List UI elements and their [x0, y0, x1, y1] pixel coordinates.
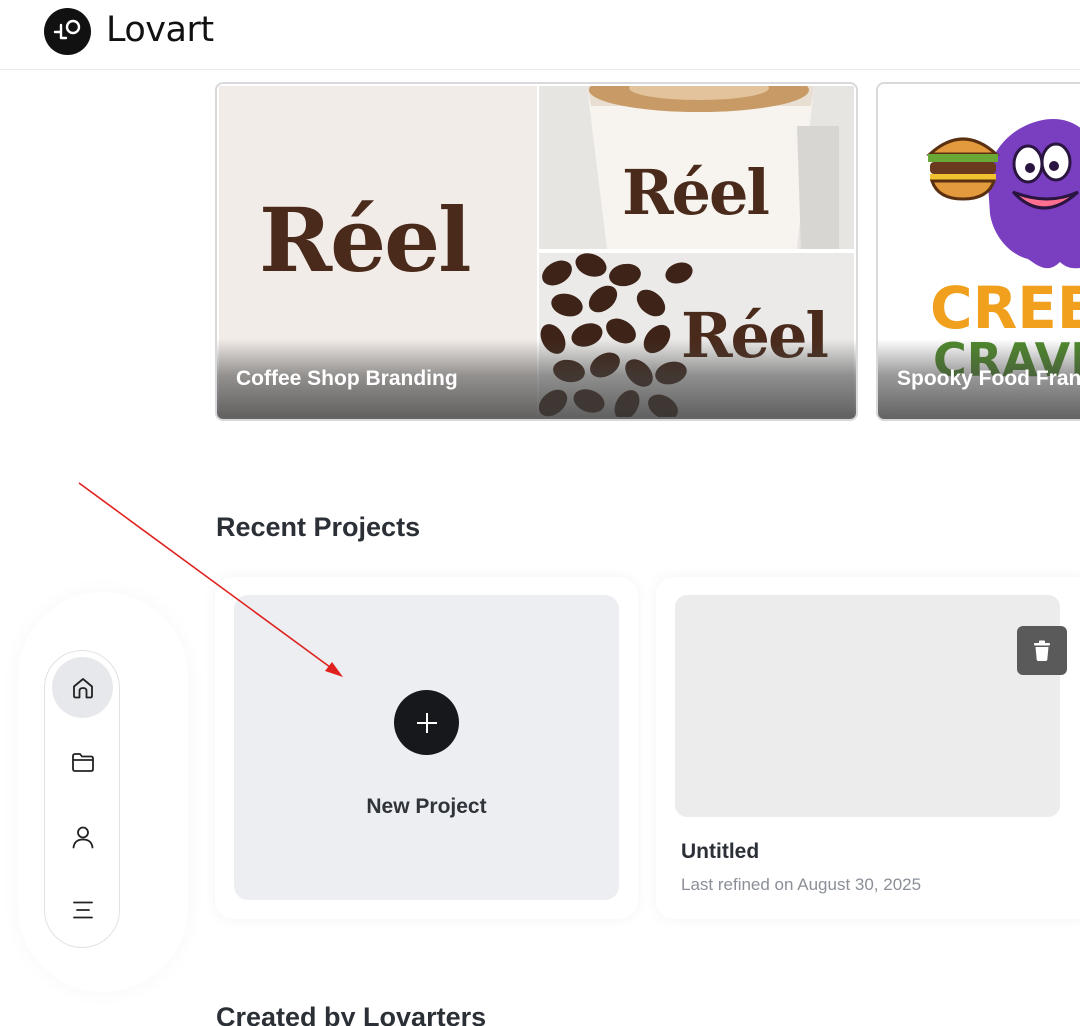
cup-logo-text: Réel — [622, 156, 770, 229]
delete-project-button[interactable] — [1017, 626, 1067, 675]
creepy-cravings-logo-line1: CREEP — [930, 274, 1080, 342]
project-card-untitled[interactable]: Untitled Last refined on August 30, 2025 — [656, 577, 1080, 919]
coffee-cup-image: Réel — [539, 86, 854, 249]
section-title-recent-projects: Recent Projects — [216, 512, 421, 542]
project-name[interactable]: Untitled — [681, 840, 759, 864]
plus-icon[interactable] — [394, 690, 459, 755]
nav-projects[interactable] — [52, 731, 113, 792]
app-name[interactable]: Lovart — [106, 10, 214, 50]
new-project-label: New Project — [366, 795, 487, 818]
featured-card-spooky-food-franchise[interactable]: CREEP CRAVIN Spooky Food Fran — [876, 82, 1080, 421]
home-icon — [72, 677, 93, 698]
user-icon — [72, 826, 93, 848]
project-thumbnail[interactable] — [675, 595, 1067, 817]
nav-profile[interactable] — [52, 806, 113, 867]
brand-logo-text: Réel — [259, 188, 472, 292]
new-project-card[interactable]: New Project — [215, 577, 638, 919]
featured-card-coffee-shop-branding[interactable]: Réel Réel Réel Coffee Shop Branding — [215, 82, 858, 421]
menu-icon — [72, 901, 93, 918]
lovart-logo-icon[interactable] — [44, 8, 91, 55]
new-project-area[interactable]: New Project — [234, 595, 619, 900]
nav-menu[interactable] — [52, 879, 113, 940]
trash-icon — [1034, 640, 1050, 661]
nav-home[interactable] — [52, 657, 113, 718]
side-nav — [44, 650, 120, 948]
folder-icon — [71, 752, 94, 772]
featured-card-title: Coffee Shop Branding — [236, 367, 458, 390]
top-header: Lovart — [0, 0, 1080, 70]
featured-card-title: Spooky Food Fran — [897, 367, 1080, 390]
project-last-refined: Last refined on August 30, 2025 — [681, 875, 922, 894]
section-title-created-by-lovarters: Created by Lovarters — [216, 1002, 487, 1026]
